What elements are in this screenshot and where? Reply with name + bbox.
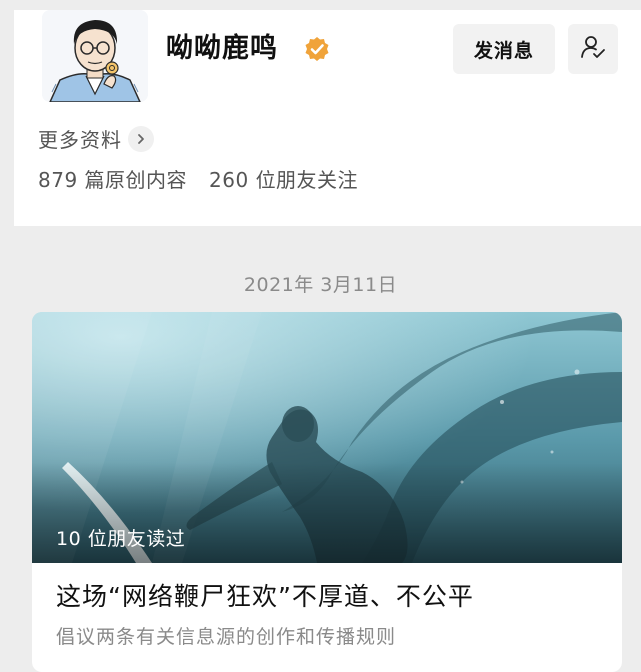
- article-card[interactable]: 10 位朋友读过 这场“网络鞭尸狂欢”不厚道、不公平 倡议两条有关信息源的创作和…: [32, 312, 622, 672]
- post-date: 2021年 3月11日: [243, 274, 398, 296]
- article-subtitle: 倡议两条有关信息源的创作和传播规则: [56, 626, 397, 648]
- friends-following[interactable]: 260 位朋友关注: [209, 164, 358, 193]
- send-message-button[interactable]: 发消息: [453, 24, 555, 74]
- article-title[interactable]: 这场“网络鞭尸狂欢”不厚道、不公平: [56, 580, 474, 614]
- follow-button[interactable]: [568, 24, 618, 74]
- profile-header: 呦呦鹿鸣 发消息 更多资料 879 篇原创内容 260 位朋友关注: [14, 10, 641, 226]
- account-name: 呦呦鹿鸣: [166, 33, 278, 64]
- user-check-icon: [580, 34, 606, 64]
- friends-read-count: 10 位朋友读过: [56, 528, 186, 550]
- verified-badge-icon: [304, 36, 330, 62]
- avatar[interactable]: [42, 10, 148, 102]
- more-info-link[interactable]: 更多资料: [38, 124, 154, 153]
- profile-stats: 879 篇原创内容 260 位朋友关注: [38, 164, 358, 193]
- more-info-label: 更多资料: [38, 128, 122, 152]
- chevron-right-icon: [128, 125, 154, 152]
- original-count[interactable]: 879 篇原创内容: [38, 164, 187, 193]
